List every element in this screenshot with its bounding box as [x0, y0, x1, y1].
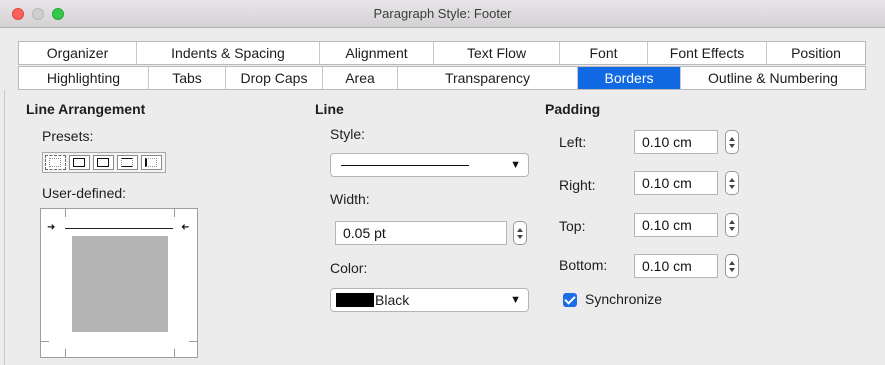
padding-right-field[interactable]: 0.10 cm — [634, 171, 718, 195]
top-border-line[interactable] — [65, 228, 173, 229]
color-label: Color: — [330, 260, 368, 276]
corner-marker — [41, 341, 49, 342]
padding-bottom-stepper[interactable] — [725, 254, 739, 278]
user-defined-label: User-defined: — [42, 185, 127, 201]
padding-right-stepper[interactable] — [725, 171, 739, 195]
preset-no-borders-button[interactable] — [45, 155, 66, 170]
preset-all-borders-button[interactable] — [69, 155, 90, 170]
borders-panel: Line Arrangement Presets: User-defined: … — [0, 90, 885, 365]
padding-left-field[interactable]: 0.10 cm — [634, 130, 718, 154]
synchronize-checkbox[interactable] — [563, 293, 577, 307]
paragraph-preview-block — [72, 236, 168, 332]
window-title: Paragraph Style: Footer — [373, 6, 512, 21]
chevron-down-icon: ▼ — [510, 159, 521, 171]
color-swatch — [336, 293, 374, 307]
presets-picker — [42, 152, 166, 173]
corner-marker — [65, 349, 66, 357]
tab-drop-caps[interactable]: Drop Caps — [226, 67, 323, 89]
padding-top-field[interactable]: 0.10 cm — [634, 213, 718, 237]
tab-area[interactable]: Area — [323, 67, 398, 89]
preset-left-border-button[interactable] — [141, 155, 162, 170]
synchronize-label: Synchronize — [585, 291, 663, 307]
line-arrangement-heading: Line Arrangement — [26, 101, 146, 117]
preset-outer-border-button[interactable] — [93, 155, 114, 170]
padding-heading: Padding — [545, 101, 601, 117]
tab-indents-spacing[interactable]: Indents & Spacing — [137, 42, 320, 64]
line-style-preview — [341, 165, 469, 166]
corner-marker — [65, 209, 66, 217]
tab-tabs[interactable]: Tabs — [149, 67, 226, 89]
preset-top-bottom-button[interactable] — [117, 155, 138, 170]
color-name: Black — [375, 292, 410, 308]
presets-label: Presets: — [42, 128, 94, 144]
line-width-field[interactable]: 0.05 pt — [335, 221, 507, 245]
padding-right-label: Right: — [559, 177, 596, 193]
tab-outline-numbering[interactable]: Outline & Numbering — [681, 67, 865, 89]
arrow-left-icon: ➜ — [181, 222, 190, 233]
tab-font[interactable]: Font — [560, 42, 648, 64]
padding-top-label: Top: — [559, 218, 586, 234]
arrow-right-icon: ➜ — [47, 222, 56, 233]
tab-position[interactable]: Position — [767, 42, 865, 64]
line-color-dropdown[interactable]: Black ▼ — [330, 288, 529, 312]
chevron-down-icon: ▼ — [510, 294, 521, 306]
window-titlebar: Paragraph Style: Footer — [0, 0, 885, 28]
tab-alignment[interactable]: Alignment — [320, 42, 434, 64]
corner-marker — [174, 209, 175, 217]
tab-borders[interactable]: Borders — [578, 67, 681, 89]
corner-marker — [189, 341, 197, 342]
user-defined-border-preview[interactable]: ➜ ➜ — [40, 208, 198, 358]
tab-row-2: Highlighting Tabs Drop Caps Area Transpa… — [18, 66, 866, 90]
tab-font-effects[interactable]: Font Effects — [648, 42, 767, 64]
line-heading: Line — [315, 101, 344, 117]
padding-left-stepper[interactable] — [725, 130, 739, 154]
tab-highlighting[interactable]: Highlighting — [19, 67, 149, 89]
style-label: Style: — [330, 126, 366, 142]
tab-text-flow[interactable]: Text Flow — [434, 42, 560, 64]
line-width-stepper[interactable] — [513, 221, 527, 245]
padding-left-label: Left: — [559, 134, 587, 150]
width-label: Width: — [330, 191, 370, 207]
padding-top-stepper[interactable] — [725, 213, 739, 237]
tab-organizer[interactable]: Organizer — [19, 42, 137, 64]
padding-bottom-field[interactable]: 0.10 cm — [634, 254, 718, 278]
tab-row-1: Organizer Indents & Spacing Alignment Te… — [18, 41, 866, 65]
corner-marker — [174, 349, 175, 357]
tab-transparency[interactable]: Transparency — [398, 67, 578, 89]
padding-bottom-label: Bottom: — [559, 257, 608, 273]
line-style-dropdown[interactable]: ▼ — [330, 153, 529, 177]
